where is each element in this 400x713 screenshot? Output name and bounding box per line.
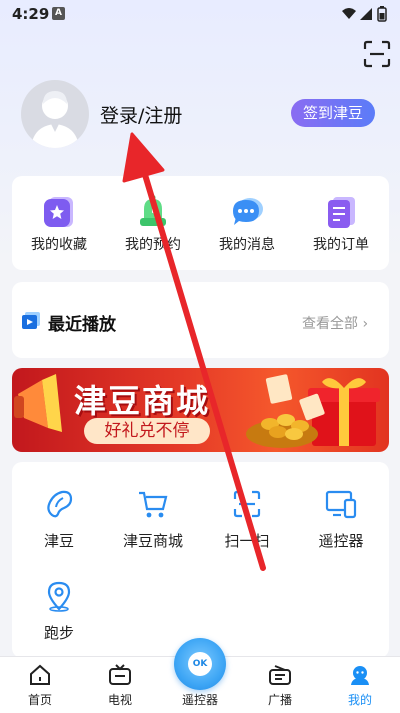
battery-icon (377, 6, 387, 22)
avatar[interactable] (21, 80, 89, 148)
tab-label: 广播 (267, 693, 292, 707)
status-indicators (342, 6, 387, 22)
signin-button[interactable]: 签到津豆 (291, 99, 375, 127)
quick-action-label: 我的订单 (313, 237, 369, 253)
quick-action-label: 我的收藏 (31, 237, 87, 253)
tab-mine[interactable]: 我的 (320, 657, 400, 713)
bean-icon (47, 490, 73, 518)
quick-action-orders[interactable]: 我的订单 (294, 176, 388, 270)
location-pin-icon (47, 581, 71, 612)
notification-icon: A (52, 7, 65, 20)
devices-icon (325, 490, 357, 519)
quick-action-favorites[interactable]: 我的收藏 (12, 176, 106, 270)
default-avatar-icon (31, 91, 79, 148)
remote-ok-button[interactable]: OK (174, 638, 226, 690)
tool-remote[interactable]: 遥控器 (294, 462, 388, 550)
quick-actions-card: 我的收藏 我的预约 我的消息 我的订单 (12, 176, 389, 270)
banner-title: 津豆商城 (74, 382, 211, 420)
tool-label: 跑步 (43, 624, 74, 642)
banner-subtitle: 好礼兑不停 (84, 418, 210, 444)
tool-bean[interactable]: 津豆 (12, 462, 106, 550)
recent-plays-title: 最近播放 (48, 315, 116, 335)
status-time: 4:29 (12, 5, 50, 23)
ok-label: OK (188, 652, 212, 676)
recent-plays-card[interactable]: 最近播放 查看全部 › (12, 282, 389, 358)
view-all-link[interactable]: 查看全部 › (302, 313, 368, 333)
quick-action-label: 我的预约 (125, 237, 181, 253)
tools-card: 津豆 津豆商城 扫一扫 遥控器 跑步 (12, 462, 389, 658)
signal-icon (360, 8, 372, 20)
chat-bubble-icon (233, 198, 263, 225)
tab-label: 电视 (107, 693, 132, 707)
tool-scan[interactable]: 扫一扫 (200, 462, 294, 550)
order-list-icon (328, 197, 355, 228)
status-bar: 4:29 A (0, 0, 400, 28)
quick-action-label: 我的消息 (219, 237, 275, 253)
home-icon (30, 664, 50, 685)
quick-action-messages[interactable]: 我的消息 (200, 176, 294, 270)
profile-icon (351, 666, 369, 685)
tool-running[interactable]: 跑步 (12, 554, 106, 642)
tool-label: 扫一扫 (224, 532, 270, 550)
mall-banner[interactable]: 津豆商城 好礼兑不停 (12, 368, 389, 452)
play-history-icon (22, 312, 40, 329)
tool-label: 津豆商城 (122, 532, 183, 550)
wifi-icon (342, 8, 356, 19)
scan-icon[interactable] (363, 40, 391, 68)
shopping-cart-icon (139, 491, 168, 518)
login-register-link[interactable]: 登录/注册 (100, 101, 182, 128)
megaphone-icon (14, 374, 62, 432)
tool-bean-mall[interactable]: 津豆商城 (106, 462, 200, 550)
tab-label: 我的 (347, 693, 372, 707)
radio-icon (269, 665, 291, 685)
tab-home[interactable]: 首页 (0, 657, 80, 713)
bell-icon (140, 195, 166, 226)
tab-tv[interactable]: 电视 (80, 657, 160, 713)
quick-action-reservations[interactable]: 我的预约 (106, 176, 200, 270)
tool-label: 遥控器 (318, 532, 364, 550)
tab-radio[interactable]: 广播 (240, 657, 320, 713)
tab-label: 遥控器 (181, 693, 218, 707)
tv-icon (109, 664, 131, 685)
scan-icon (233, 490, 261, 518)
tab-label: 首页 (27, 693, 52, 707)
coupon-icon (265, 374, 325, 421)
tool-label: 津豆 (43, 532, 74, 550)
star-folder-icon (44, 197, 73, 227)
